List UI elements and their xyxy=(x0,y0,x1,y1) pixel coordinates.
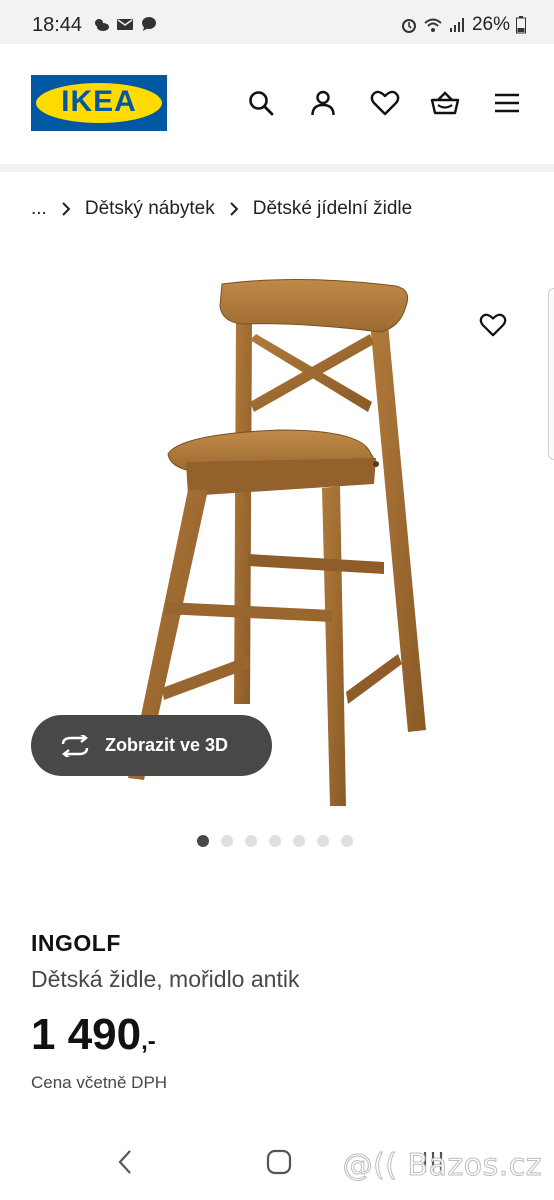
mail-icon xyxy=(117,19,133,30)
breadcrumb: ... Dětský nábytek Dětské jídelní židle xyxy=(31,198,412,220)
price-suffix: ,- xyxy=(141,1028,156,1055)
alarm-icon xyxy=(401,19,416,33)
search-icon[interactable] xyxy=(244,86,278,120)
gallery-pagination xyxy=(197,835,353,847)
gallery-dot[interactable] xyxy=(221,835,233,847)
gallery-dot[interactable] xyxy=(197,835,209,847)
view-3d-button[interactable]: Zobrazit ve 3D xyxy=(31,715,272,776)
home-icon[interactable] xyxy=(264,1147,294,1177)
watermark: @(( Bazos.cz xyxy=(342,1148,542,1184)
chevron-right-icon xyxy=(61,202,71,216)
battery-icon xyxy=(516,16,526,34)
logo-text: IKEA xyxy=(61,85,137,118)
gallery-dot[interactable] xyxy=(293,835,305,847)
signal-icon xyxy=(449,18,464,32)
view-3d-label: Zobrazit ve 3D xyxy=(105,735,229,755)
breadcrumb-item-childrens-chairs[interactable]: Dětské jídelní židle xyxy=(253,198,412,220)
system-icons: 26% xyxy=(400,14,526,36)
product-price: 1 490,- xyxy=(31,1010,156,1060)
product-description: Dětská židle, mořidlo antik xyxy=(31,966,300,992)
site-header: IKEA xyxy=(0,44,554,164)
chevron-right-icon xyxy=(229,202,239,216)
cart-icon[interactable] xyxy=(428,86,462,120)
header-divider xyxy=(0,164,554,172)
notification-icons xyxy=(92,16,158,32)
gallery-dot[interactable] xyxy=(341,835,353,847)
status-bar: 18:44 26% xyxy=(0,0,554,44)
edge-panel-handle[interactable] xyxy=(548,288,554,460)
account-icon[interactable] xyxy=(306,86,340,120)
wifi-icon xyxy=(424,18,442,32)
favorite-heart-icon[interactable] xyxy=(476,308,510,342)
battery-percent: 26% xyxy=(471,14,510,35)
chat-icon xyxy=(142,17,156,31)
price-value: 1 490 xyxy=(31,1010,142,1059)
menu-icon[interactable] xyxy=(490,86,524,120)
vat-note: Cena včetně DPH xyxy=(31,1073,168,1092)
weather-icon xyxy=(95,19,109,31)
product-name: INGOLF xyxy=(31,930,121,956)
gallery-dot[interactable] xyxy=(269,835,281,847)
rotate-3d-icon xyxy=(61,734,89,757)
breadcrumb-item-childrens-furniture[interactable]: Dětský nábytek xyxy=(85,198,215,220)
ikea-logo[interactable]: IKEA xyxy=(31,75,167,131)
breadcrumb-ellipsis[interactable]: ... xyxy=(31,198,47,220)
gallery-dot[interactable] xyxy=(317,835,329,847)
heart-icon[interactable] xyxy=(368,86,402,120)
status-time: 18:44 xyxy=(32,14,83,36)
gallery-dot[interactable] xyxy=(245,835,257,847)
back-icon[interactable] xyxy=(110,1147,140,1177)
